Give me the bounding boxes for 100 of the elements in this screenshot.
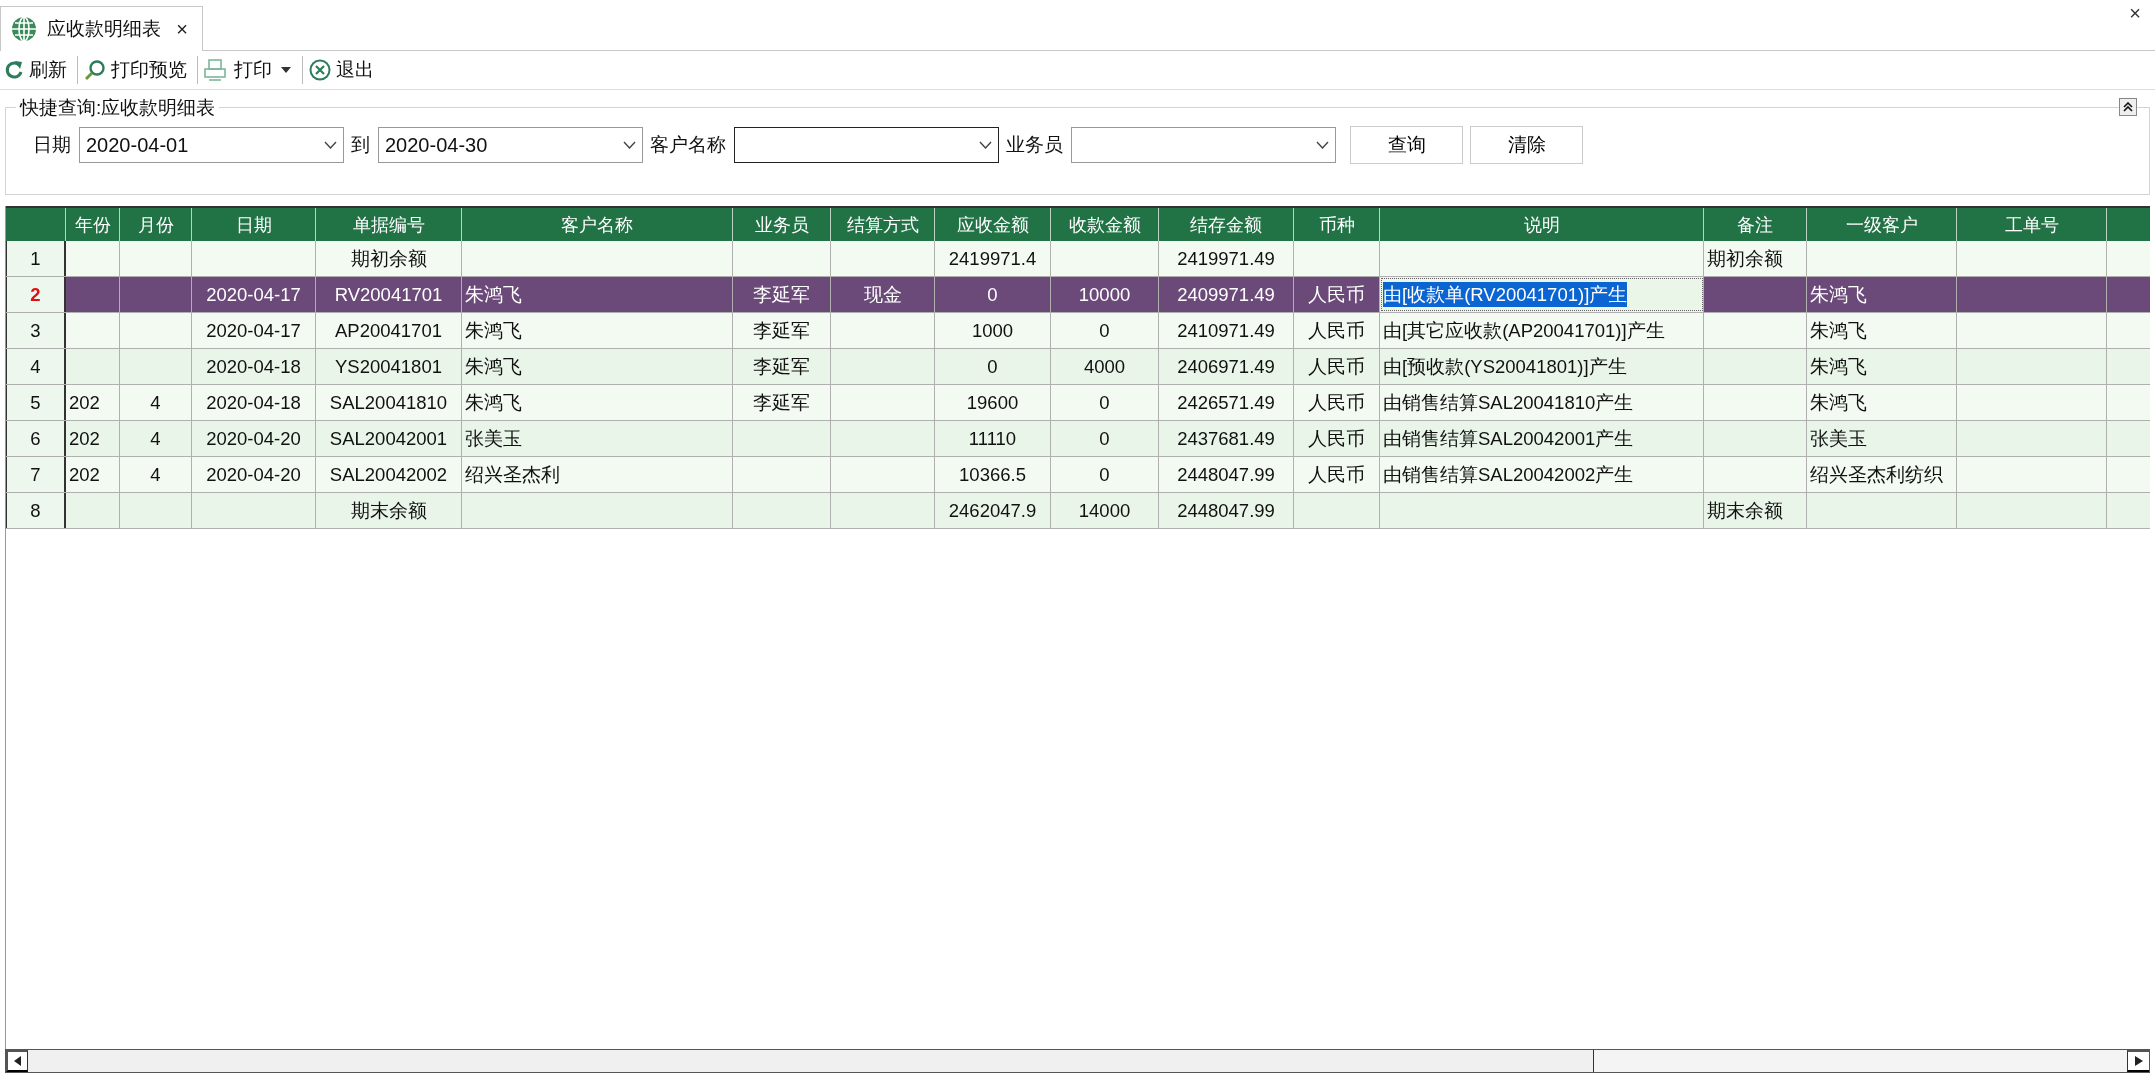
caret-icon (280, 66, 292, 74)
table-cell: 绍兴圣杰利纺织 (1807, 457, 1957, 492)
tab-close-button[interactable]: × (176, 17, 188, 41)
table-cell: 0 (1051, 385, 1159, 420)
printer-icon (204, 59, 226, 81)
table-cell: 现金 (831, 277, 935, 312)
table-cell: 期末余额 (1704, 493, 1807, 528)
chevron-down-icon (324, 141, 337, 149)
tab-title: 应收款明细表 (47, 17, 161, 41)
horizontal-scrollbar[interactable] (5, 1049, 2150, 1073)
table-cell: YS20041801 (316, 349, 462, 384)
table-cell: 19600 (935, 385, 1051, 420)
table-cell: 0 (1051, 421, 1159, 456)
close-circle-icon (309, 59, 331, 81)
table-cell: 0 (1051, 457, 1159, 492)
table-cell: 2437681.49 (1159, 421, 1294, 456)
table-cell: 2462047.9 (935, 493, 1051, 528)
table-cell: 李延军 (733, 313, 831, 348)
table-cell: 1000 (935, 313, 1051, 348)
dropdown-field[interactable]: 2020-04-01 (79, 127, 344, 163)
chevron-down-icon (979, 141, 992, 149)
table-cell: 0 (935, 277, 1051, 312)
table-cell: 期初余额 (1704, 241, 1807, 276)
table-row[interactable]: 6 202 4 2020-04-20 SAL20042001 张美玉 11110 0 2437681.49 人民币 由销售结算SAL20042001产生 张美玉 (6, 421, 2150, 457)
table-cell: 张美玉 (462, 421, 733, 456)
scroll-left-button[interactable] (6, 1050, 28, 1072)
table-row[interactable]: 7 202 4 2020-04-20 SAL20042002 绍兴圣杰利 10366.5 0 2448047.99 人民币 由销售结算SAL20042002产生 绍兴圣杰利纺织 (6, 457, 2150, 493)
table-cell: 张美玉 (1807, 421, 1957, 456)
table-row[interactable]: 4 2020-04-18 YS20041801 朱鸿飞 李延军 0 4000 2406971.49 人民币 由[预收款(YS20041801)]产生 朱鸿飞 (6, 349, 2150, 385)
table-cell: 朱鸿飞 (462, 313, 733, 348)
table-cell: 2020-04-20 (192, 421, 316, 456)
table-row[interactable]: 3 2020-04-17 AP20041701 朱鸿飞 李延军 1000 0 2410971.49 人民币 由[其它应收款(AP20041701)]产生 朱鸿飞 (6, 313, 2150, 349)
row-number: 3 (6, 313, 66, 348)
table-cell: 李延军 (733, 277, 831, 312)
row-number: 7 (6, 457, 66, 492)
field-label: 客户名称 (650, 133, 726, 157)
table-cell: 由销售结算SAL20041810产生 (1380, 385, 1704, 420)
table-cell: 朱鸿飞 (462, 349, 733, 384)
query-button[interactable]: 清除 (1470, 126, 1583, 164)
toolbar-button[interactable]: 打印 (202, 54, 298, 86)
table-cell: 2020-04-17 (192, 277, 316, 312)
table-row[interactable]: 2 2020-04-17 RV20041701 朱鸿飞 李延军 现金 0 10000 2409971.49 人民币 由[收款单(RV20041701)]产生 朱鸿飞 (6, 277, 2150, 313)
table-cell: 10366.5 (935, 457, 1051, 492)
table-cell: 2448047.99 (1159, 493, 1294, 528)
table-row[interactable]: 5 202 4 2020-04-18 SAL20041810 朱鸿飞 李延军 19600 0 2426571.49 人民币 由销售结算SAL20041810产生 朱鸿飞 (6, 385, 2150, 421)
table-cell: 2419971.49 (1159, 241, 1294, 276)
table-cell: 202 (66, 421, 120, 456)
table-cell: 由销售结算SAL20042001产生 (1380, 421, 1704, 456)
table-cell: 2020-04-17 (192, 313, 316, 348)
table-cell: SAL20041810 (316, 385, 462, 420)
table-cell: 人民币 (1294, 313, 1380, 348)
table-cell: 2020-04-18 (192, 349, 316, 384)
table-cell: 李延军 (733, 385, 831, 420)
table-cell: 2020-04-20 (192, 457, 316, 492)
row-number: 2 (6, 277, 66, 312)
query-button[interactable]: 查询 (1350, 126, 1463, 164)
toolbar-button[interactable]: 退出 (307, 54, 380, 86)
toolbar-button[interactable]: 刷新 (2, 54, 73, 86)
table-cell: 由[预收款(YS20041801)]产生 (1380, 349, 1704, 384)
table-cell: 朱鸿飞 (1807, 349, 1957, 384)
table-cell: 人民币 (1294, 457, 1380, 492)
table-cell: 4 (120, 457, 192, 492)
table-cell: 0 (935, 349, 1051, 384)
table-row[interactable]: 1 期初余额 2419971.4 2419971.49 期初余额 (6, 241, 2150, 277)
table-cell: 人民币 (1294, 349, 1380, 384)
scroll-right-button[interactable] (2127, 1050, 2149, 1072)
triangle-right-icon (2134, 1056, 2143, 1066)
table-cell: 期末余额 (316, 493, 462, 528)
globe-icon (11, 16, 37, 42)
dropdown-field[interactable] (734, 127, 999, 163)
table-cell: 朱鸿飞 (462, 385, 733, 420)
table-cell: 绍兴圣杰利 (462, 457, 733, 492)
table-cell: 2419971.4 (935, 241, 1051, 276)
table-cell: 由销售结算SAL20042002产生 (1380, 457, 1704, 492)
refresh-icon (4, 60, 24, 80)
table-row[interactable]: 8 期末余额 2462047.9 14000 2448047.99 期末余额 (6, 493, 2150, 529)
table-cell: 2410971.49 (1159, 313, 1294, 348)
table-cell: 14000 (1051, 493, 1159, 528)
table-cell: 2020-04-18 (192, 385, 316, 420)
double-chevron-icon (2123, 102, 2133, 112)
magnifier-icon (84, 59, 106, 81)
table-cell: 人民币 (1294, 421, 1380, 456)
table-cell: 由[其它应收款(AP20041701)]产生 (1380, 313, 1704, 348)
table-cell: 李延军 (733, 349, 831, 384)
table-cell: 2448047.99 (1159, 457, 1294, 492)
table-cell: 朱鸿飞 (462, 277, 733, 312)
dropdown-field[interactable]: 2020-04-30 (378, 127, 643, 163)
table-cell: 0 (1051, 313, 1159, 348)
chevron-down-icon (623, 141, 636, 149)
toolbar-button[interactable]: 打印预览 (82, 54, 193, 86)
table-cell: 朱鸿飞 (1807, 385, 1957, 420)
table-cell: 2406971.49 (1159, 349, 1294, 384)
table-cell: SAL20042001 (316, 421, 462, 456)
close-button[interactable]: × (2129, 2, 2141, 25)
table-cell: 10000 (1051, 277, 1159, 312)
scrollbar-thumb[interactable] (28, 1050, 1594, 1072)
collapse-button[interactable] (2119, 98, 2137, 116)
document-tab[interactable]: 应收款明细表 × (0, 6, 203, 51)
dropdown-field[interactable] (1071, 127, 1336, 163)
table-cell: 2426571.49 (1159, 385, 1294, 420)
